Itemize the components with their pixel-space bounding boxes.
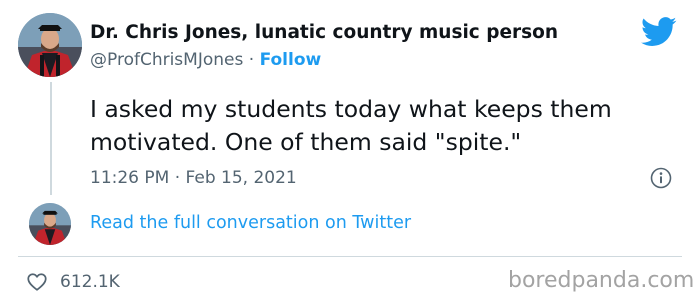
tweet-timestamp[interactable]: 11:26 PM · Feb 15, 2021 (90, 168, 297, 188)
thread-connector-line (50, 82, 52, 195)
avatar-photo-small (29, 203, 71, 245)
like-count[interactable]: 612.1K (60, 272, 120, 292)
source-watermark: boredpanda.com (508, 268, 695, 293)
tweet-text: I asked my students today what keeps the… (90, 95, 612, 156)
author-handle-row: @ProfChrisMJones · Follow (90, 50, 321, 70)
reply-avatar[interactable] (29, 203, 71, 245)
heart-icon[interactable] (26, 271, 48, 293)
info-icon[interactable] (650, 167, 672, 189)
read-conversation-link[interactable]: Read the full conversation on Twitter (90, 213, 411, 233)
author-avatar[interactable] (18, 13, 82, 77)
author-display-name[interactable]: Dr. Chris Jones, lunatic country music p… (90, 22, 558, 43)
author-handle[interactable]: @ProfChrisMJones (90, 50, 243, 70)
avatar-photo (18, 13, 82, 77)
divider (18, 256, 682, 257)
follow-button[interactable]: Follow (260, 50, 322, 70)
handle-separator: · (248, 50, 255, 70)
twitter-bird-icon[interactable] (641, 17, 677, 47)
